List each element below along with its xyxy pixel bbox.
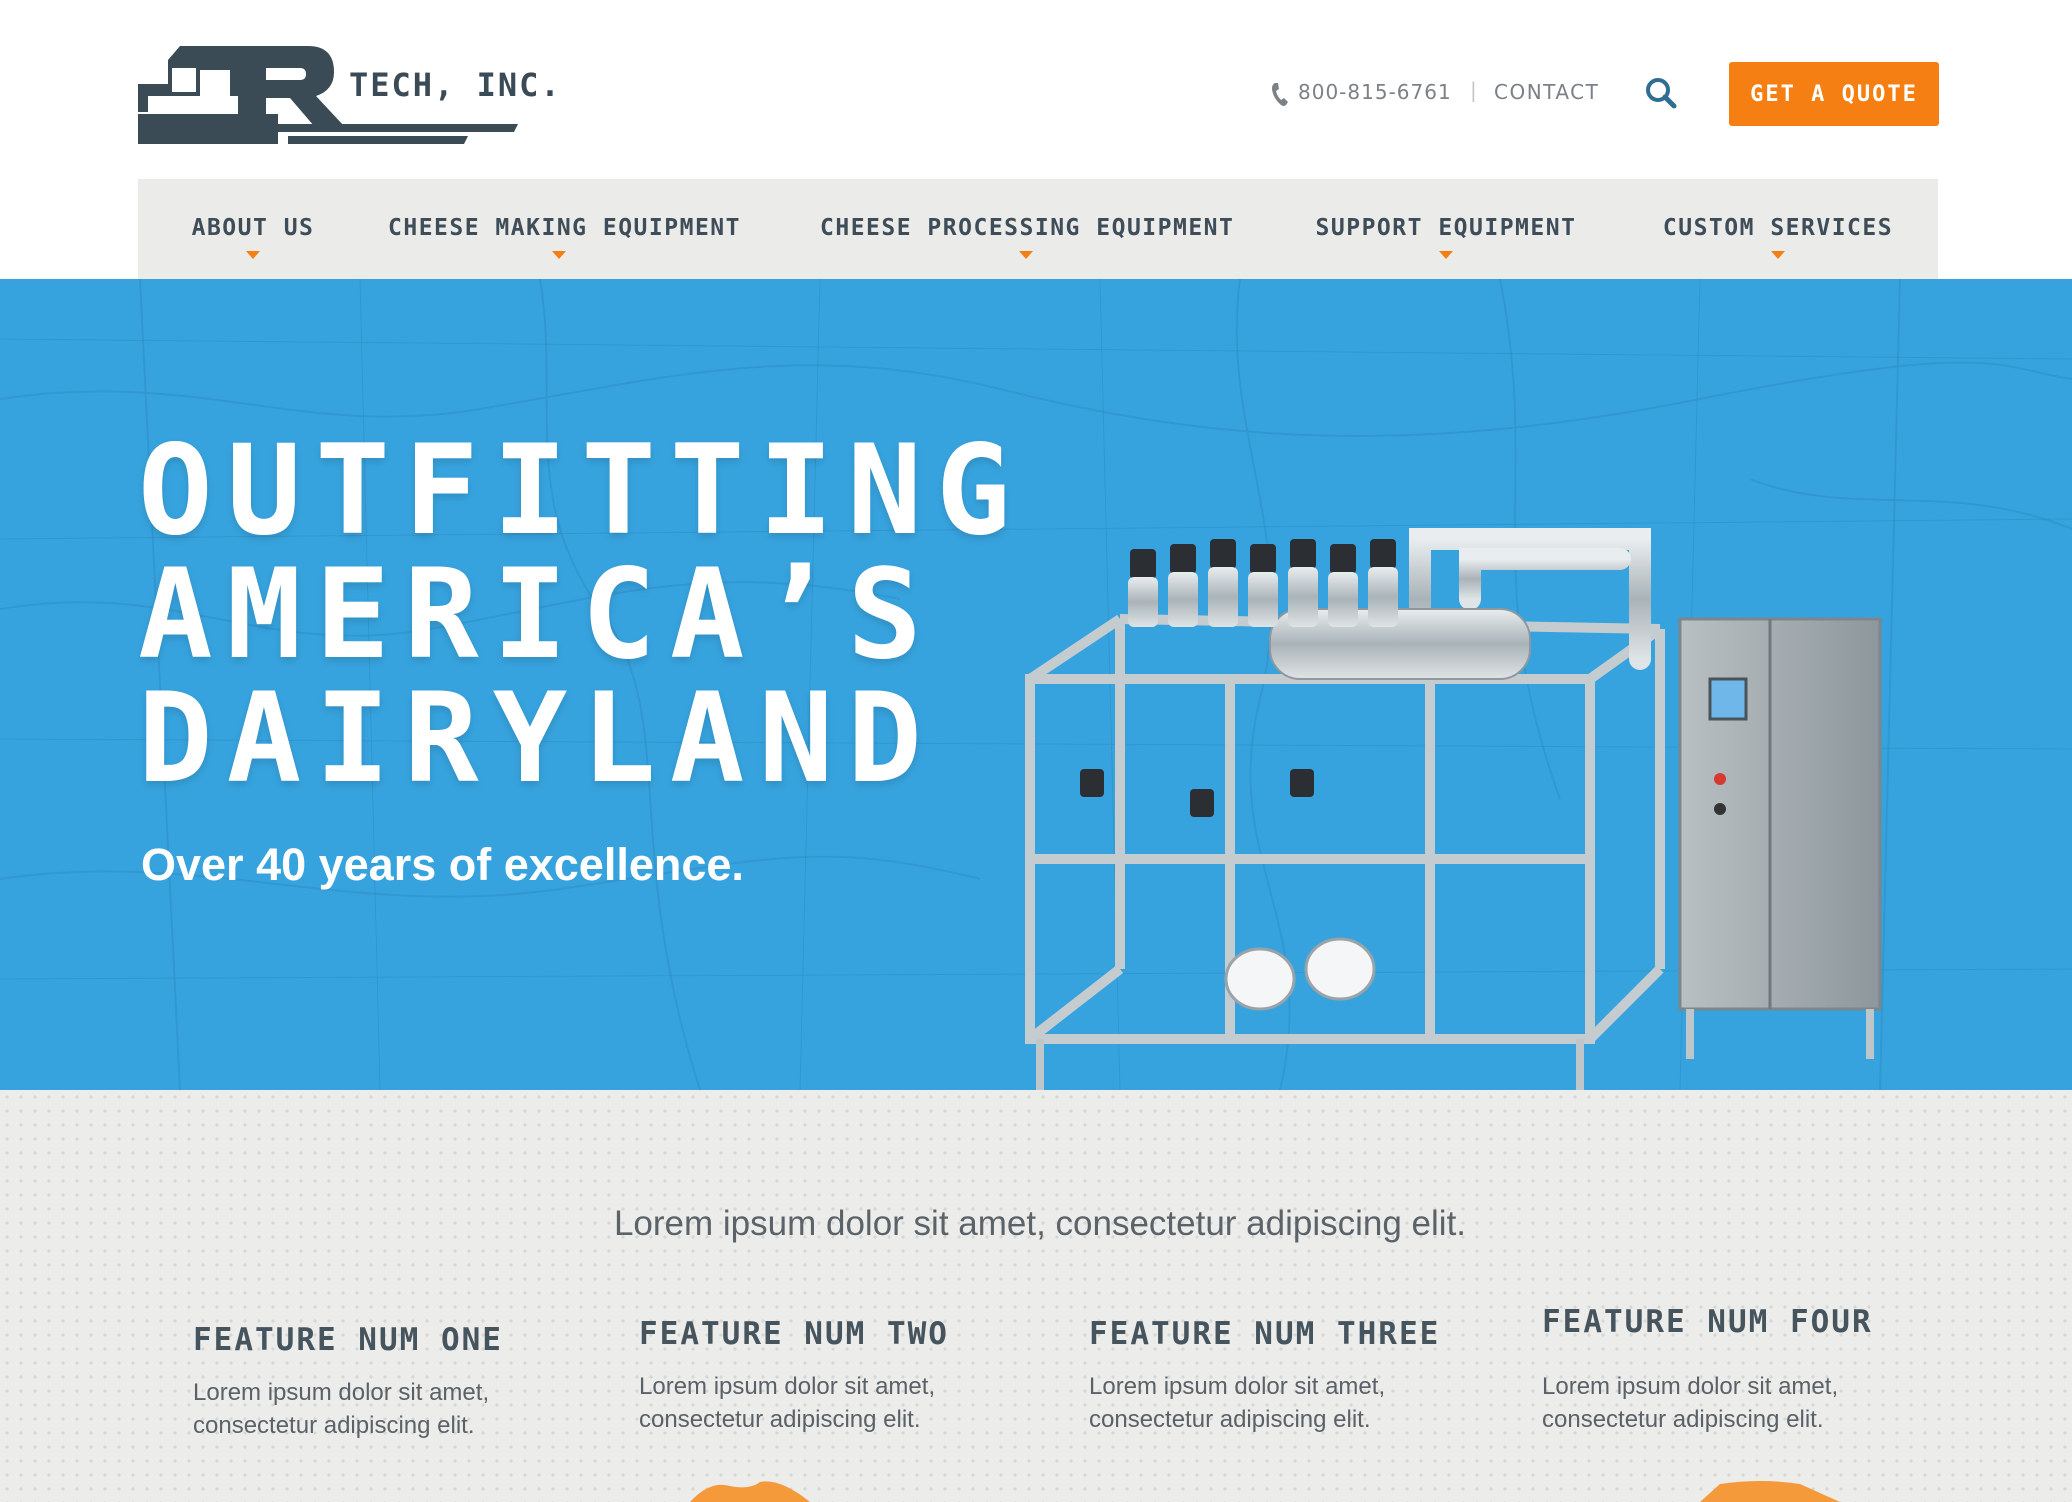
nav-item-about-us[interactable]: ABOUT US (188, 215, 318, 265)
hero-banner: OUTFITTING AMERICA’S DAIRYLAND Over 40 y… (0, 279, 2072, 1090)
hero-headline-line: OUTFITTING (138, 419, 1025, 563)
nav-item-support-equipment[interactable]: SUPPORT EQUIPMENT (1311, 215, 1581, 265)
caret-down-icon (246, 251, 260, 259)
caret-down-icon (1439, 251, 1453, 259)
main-navigation: ABOUT US CHEESE MAKING EQUIPMENT CHEESE … (138, 179, 1938, 279)
logo-wordmark: TECH, INC. (349, 66, 562, 104)
feature-body: Lorem ipsum dolor sit amet, consectetur … (1542, 1373, 1839, 1433)
feature-body: Lorem ipsum dolor sit amet, consectetur … (1089, 1373, 1386, 1433)
feature-card: FEATURE NUM FOUR Lorem ipsum dolor sit a… (1542, 1304, 1882, 1436)
nav-item-label: CHEESE MAKING EQUIPMENT (388, 215, 741, 241)
decorative-shape (690, 1481, 810, 1502)
caret-down-icon (1019, 251, 1033, 259)
processing-equipment-image (1025, 528, 1882, 1090)
nav-item-custom-services[interactable]: CUSTOM SERVICES (1658, 215, 1898, 265)
feature-title: FEATURE NUM FOUR (1542, 1304, 1873, 1340)
hero-headline-line: AMERICA’S (138, 543, 936, 687)
caret-down-icon (552, 251, 566, 259)
feature-title: FEATURE NUM THREE (1089, 1316, 1441, 1352)
nav-item-cheese-making-equipment[interactable]: CHEESE MAKING EQUIPMENT (388, 215, 741, 265)
hero-headline-line: DAIRYLAND (138, 667, 936, 811)
nav-item-label: CHEESE PROCESSING EQUIPMENT (820, 215, 1235, 241)
feature-card: FEATURE NUM TWO Lorem ipsum dolor sit am… (639, 1316, 979, 1436)
nav-item-label: ABOUT US (191, 215, 315, 241)
contact-link[interactable]: CONTACT (1494, 80, 1599, 104)
hero-subheadline: Over 40 years of excellence. (141, 839, 744, 890)
site-header: TECH, INC. 800-815-6761 | CONTACT GET A … (0, 0, 2072, 179)
get-a-quote-button[interactable]: GET A QUOTE (1729, 62, 1939, 126)
phone-icon (1272, 83, 1288, 106)
nav-item-cheese-processing-equipment[interactable]: CHEESE PROCESSING EQUIPMENT (820, 215, 1235, 265)
nav-item-label: CUSTOM SERVICES (1662, 215, 1894, 241)
utility-separator: | (1470, 78, 1477, 102)
feature-body: Lorem ipsum dolor sit amet, consectetur … (639, 1373, 936, 1433)
features-section: Lorem ipsum dolor sit amet, consectetur … (0, 1090, 2072, 1502)
feature-body: Lorem ipsum dolor sit amet, consectetur … (193, 1379, 490, 1439)
features-intro: Lorem ipsum dolor sit amet, consectetur … (613, 1204, 1467, 1243)
feature-card: FEATURE NUM ONE Lorem ipsum dolor sit am… (193, 1322, 533, 1442)
feature-title: FEATURE NUM ONE (193, 1322, 503, 1358)
hero-headline: OUTFITTING AMERICA’S DAIRYLAND (138, 429, 1025, 801)
decorative-shape (1700, 1481, 1840, 1502)
feature-title: FEATURE NUM TWO (639, 1316, 949, 1352)
search-icon[interactable] (1644, 76, 1678, 110)
phone-number[interactable]: 800-815-6761 (1298, 80, 1452, 104)
nav-item-label: SUPPORT EQUIPMENT (1315, 215, 1577, 241)
feature-card: FEATURE NUM THREE Lorem ipsum dolor sit … (1089, 1316, 1441, 1436)
caret-down-icon (1771, 251, 1785, 259)
